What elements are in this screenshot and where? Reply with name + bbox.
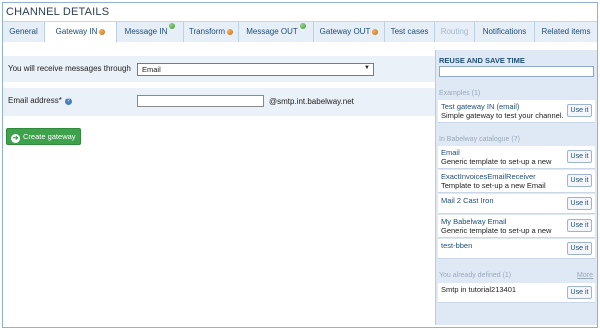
- tab-label: Related items: [541, 27, 591, 36]
- list-item[interactable]: Test gateway IN (email) Simple gateway t…: [438, 100, 595, 123]
- tab-label: Transform: [188, 27, 226, 36]
- tab-bar: General Gateway IN Message IN Transform …: [3, 21, 597, 43]
- email-address-input[interactable]: [137, 95, 264, 107]
- defined-header: You already defined (1): [439, 272, 512, 279]
- select-value: Email: [142, 65, 161, 74]
- tab-test-cases[interactable]: Test cases: [385, 22, 435, 42]
- item-desc: Template to set-up a new Email: [441, 181, 546, 190]
- use-it-button[interactable]: Use it: [567, 242, 592, 255]
- item-name: My Babelway Email: [441, 217, 507, 226]
- list-item[interactable]: Email Generic template to set-up a new U…: [438, 146, 595, 169]
- tab-message-in[interactable]: Message IN: [117, 22, 184, 42]
- tab-notifications[interactable]: Notifications: [475, 22, 535, 42]
- receive-through-row: You will receive messages through Email …: [3, 56, 435, 82]
- item-name: test-bben: [441, 241, 473, 250]
- tab-label: Routing: [440, 27, 469, 36]
- tab-label: Message IN: [124, 27, 168, 36]
- email-domain-suffix: @smtp.int.babelway.net: [269, 97, 354, 106]
- tab-general[interactable]: General: [3, 22, 45, 42]
- examples-header: Examples (1): [439, 90, 481, 97]
- list-item[interactable]: My Babelway Email Generic template to se…: [438, 215, 595, 238]
- item-name: ExactInvoicesEmailReceiver: [441, 172, 536, 181]
- create-gateway-button[interactable]: ➜ Create gateway: [6, 128, 81, 145]
- reuse-panel: REUSE AND SAVE TIME Examples (1) Test ga…: [435, 50, 597, 325]
- use-it-button[interactable]: Use it: [567, 197, 592, 210]
- item-name: Email: [441, 148, 460, 157]
- status-orange-icon: [227, 29, 234, 35]
- tab-label: Notifications: [482, 27, 527, 36]
- gateway-in-form: You will receive messages through Email …: [3, 50, 435, 320]
- use-it-button[interactable]: Use it: [567, 219, 592, 232]
- item-desc: Simple gateway to test your channel.: [441, 111, 564, 120]
- arrow-right-icon: ➜: [11, 134, 20, 143]
- tab-routing: Routing: [435, 22, 475, 42]
- create-gateway-label: Create gateway: [23, 132, 76, 141]
- use-it-button[interactable]: Use it: [567, 104, 592, 117]
- tab-related-items[interactable]: Related items: [535, 22, 597, 42]
- list-item[interactable]: Mail 2 Cast Iron Use it: [438, 194, 595, 214]
- dropdown-arrow-icon: ▼: [364, 65, 370, 71]
- list-item[interactable]: Smtp in tutorial213401 Use it: [438, 283, 595, 303]
- status-check-icon: [169, 23, 176, 29]
- more-link[interactable]: More: [577, 272, 593, 279]
- status-check-icon: [299, 23, 306, 29]
- email-label-text: Email address*: [8, 96, 62, 105]
- use-it-button[interactable]: Use it: [567, 150, 592, 163]
- catalogue-header: In Babelway catalogue (7): [439, 136, 520, 143]
- list-item[interactable]: test-bben Use it: [438, 239, 595, 259]
- tab-label: Message OUT: [246, 27, 298, 36]
- tab-transform[interactable]: Transform: [184, 22, 239, 42]
- use-it-button[interactable]: Use it: [567, 286, 592, 299]
- item-name: Smtp in tutorial213401: [441, 285, 517, 294]
- tab-label: General: [9, 27, 38, 36]
- status-orange-icon: [372, 29, 379, 35]
- reuse-search-input[interactable]: [439, 66, 594, 77]
- item-name: Test gateway IN (email): [441, 102, 520, 111]
- item-desc: Generic template to set-up a new: [441, 226, 552, 235]
- tab-gateway-out[interactable]: Gateway OUT: [314, 22, 385, 42]
- receive-through-label: You will receive messages through: [8, 64, 131, 73]
- status-orange-icon: [99, 29, 106, 35]
- list-item[interactable]: ExactInvoicesEmailReceiver Template to s…: [438, 170, 595, 193]
- tab-label: Test cases: [390, 27, 429, 36]
- tab-label: Gateway IN: [55, 27, 98, 36]
- window-title: CHANNEL DETAILS: [3, 3, 597, 21]
- tab-gateway-in[interactable]: Gateway IN: [45, 22, 117, 43]
- item-desc: Generic template to set-up a new: [441, 157, 552, 166]
- use-it-button[interactable]: Use it: [567, 174, 592, 187]
- tab-message-out[interactable]: Message OUT: [239, 22, 314, 42]
- item-name: Mail 2 Cast Iron: [441, 196, 494, 205]
- email-address-row: Email address*? @smtp.int.babelway.net: [3, 88, 435, 116]
- channel-details-window: CHANNEL DETAILS General Gateway IN Messa…: [2, 2, 598, 328]
- help-icon[interactable]: ?: [64, 98, 72, 105]
- receive-through-select[interactable]: Email ▼: [137, 63, 374, 76]
- email-address-label: Email address*?: [8, 96, 72, 105]
- reuse-panel-title: REUSE AND SAVE TIME: [439, 56, 525, 65]
- tab-label: Gateway OUT: [319, 27, 371, 36]
